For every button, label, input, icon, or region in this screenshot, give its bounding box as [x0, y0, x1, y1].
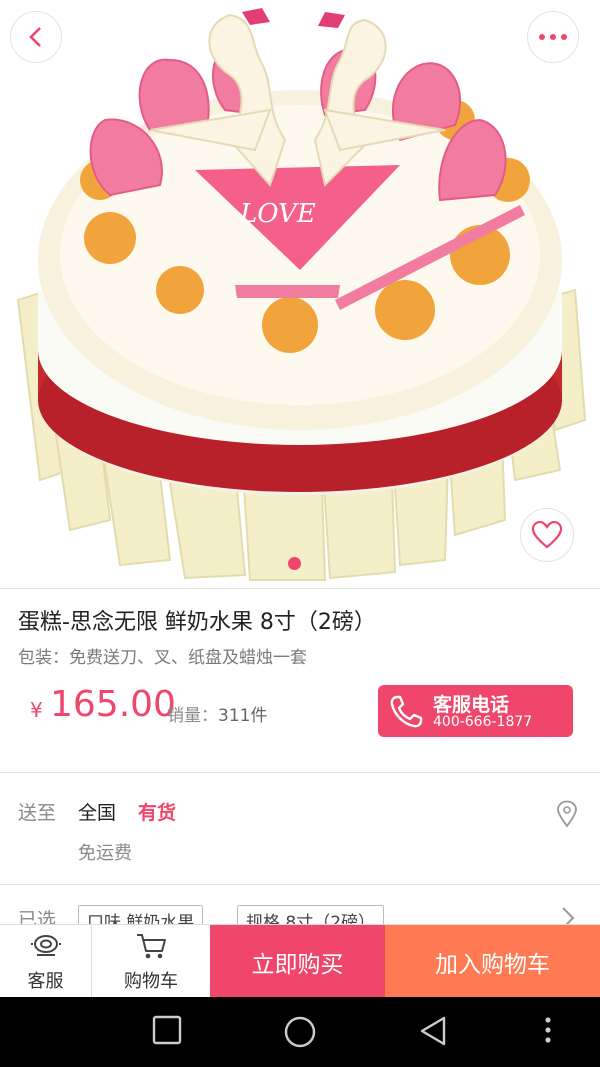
cake-photo: LOVE: [16, 8, 587, 581]
shipping-fee: 免运费: [78, 843, 132, 864]
divider: [0, 884, 600, 885]
sales-count: 销量：311件: [167, 701, 267, 726]
ship-to-label: 送至: [18, 802, 57, 824]
price-currency: ¥: [30, 698, 43, 722]
more-icon: [539, 34, 567, 40]
ship-region[interactable]: 全国: [78, 798, 116, 825]
customer-service-tab[interactable]: 客服: [0, 925, 92, 998]
product-image-carousel[interactable]: LOVE: [0, 0, 600, 588]
divider: [0, 772, 600, 773]
sales-value: 311件: [218, 706, 268, 726]
more-button[interactable]: [527, 11, 579, 63]
divider: [0, 588, 600, 589]
add-to-cart-button[interactable]: 加入购物车: [385, 925, 600, 998]
hotline-number: 400-666-1877: [433, 714, 533, 730]
cart-label: 购物车: [124, 971, 178, 992]
stock-status: 有货: [138, 802, 177, 824]
bottom-action-bar: 客服 购物车 立即购买 加入购物车: [0, 924, 600, 998]
heart-icon: [532, 521, 562, 549]
nav-circle-icon[interactable]: [283, 1015, 317, 1049]
buy-now-button[interactable]: 立即购买: [210, 925, 385, 998]
customer-service-label: 客服: [27, 971, 64, 992]
nav-menu-icon[interactable]: [543, 1015, 553, 1045]
product-price: 165.00: [50, 684, 176, 725]
back-icon: [29, 27, 41, 47]
packaging-info: 包装：免费送刀、叉、纸盘及蜡烛一套: [18, 648, 307, 668]
nav-back-icon[interactable]: [418, 1015, 448, 1047]
cake-love-text: LOVE: [239, 199, 316, 229]
phone-icon: [390, 695, 423, 728]
customer-hotline-button[interactable]: 客服电话 400-666-1877: [378, 685, 573, 737]
location-icon[interactable]: [556, 800, 578, 828]
hotline-title: 客服电话: [433, 694, 510, 716]
sales-label: 销量：: [167, 706, 218, 726]
carousel-indicator-dot[interactable]: [288, 557, 301, 570]
back-button[interactable]: [10, 11, 62, 63]
headset-icon: [30, 935, 61, 956]
nav-square-icon[interactable]: [152, 1015, 182, 1045]
favorite-button[interactable]: [520, 508, 574, 562]
system-navigation-bar: [0, 997, 600, 1067]
cart-tab[interactable]: 购物车: [92, 925, 210, 998]
cart-icon: [137, 934, 166, 959]
product-title: 蛋糕-思念无限 鲜奶水果 8寸（2磅）: [18, 610, 376, 635]
